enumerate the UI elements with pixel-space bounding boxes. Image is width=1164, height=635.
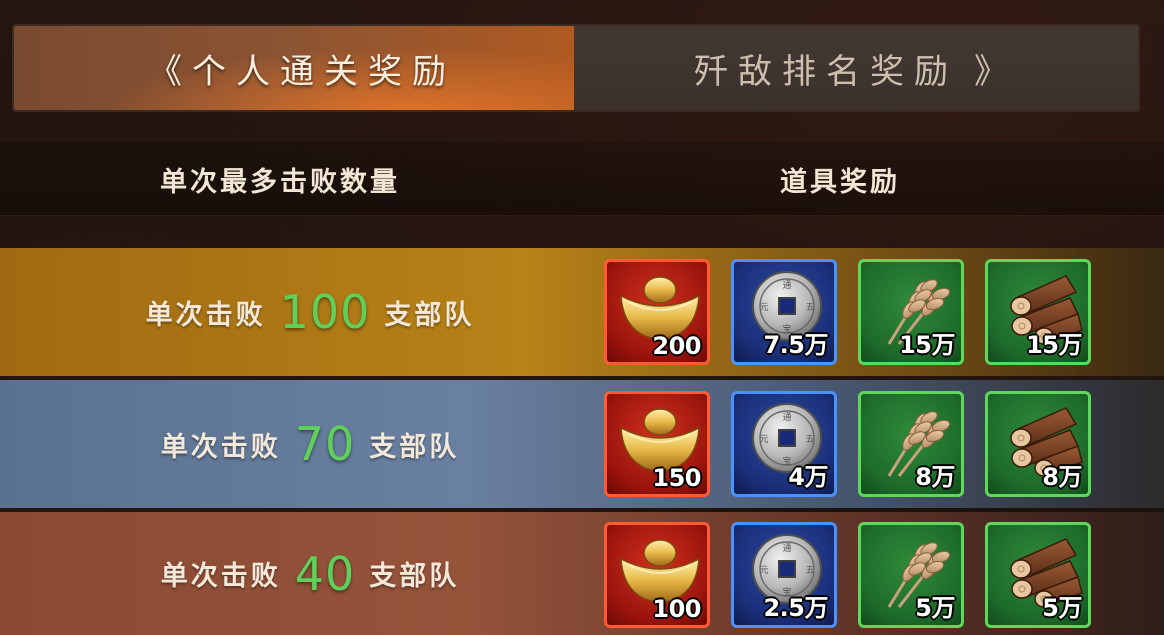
item-rewards: 100 2.5万 5万 5万: [604, 522, 1091, 628]
row-condition: 单次击败 100 支部队: [60, 248, 560, 376]
reward-slot-wheat[interactable]: 8万: [858, 391, 964, 497]
defeat-count: 70: [294, 417, 356, 471]
reward-row-100: 单次击败 100 支部队 200 7.5万 15万 15万: [0, 248, 1164, 376]
row-condition: 单次击败 40 支部队: [60, 512, 560, 635]
reward-slot-wheat[interactable]: 5万: [858, 522, 964, 628]
row-prefix: 单次击败: [145, 299, 266, 331]
reward-row-70: 单次击败 70 支部队 150 4万 8万 8万: [0, 380, 1164, 508]
item-quantity: 5万: [1042, 594, 1082, 622]
item-rewards: 200 7.5万 15万 15万: [604, 259, 1091, 365]
table-header: 单次最多击败数量 道具奖励: [0, 140, 1164, 216]
item-quantity: 4万: [788, 463, 828, 491]
defeat-count: 100: [279, 285, 371, 339]
item-quantity: 7.5万: [763, 331, 828, 359]
row-suffix: 支部队: [369, 431, 460, 463]
header-item-rewards: 道具奖励: [780, 166, 900, 198]
row-suffix: 支部队: [384, 299, 475, 331]
reward-slot-gold[interactable]: 100: [604, 522, 710, 628]
row-prefix: 单次击败: [160, 431, 281, 463]
tab-personal-clear-rewards[interactable]: 《 个人通关奖励: [14, 26, 574, 110]
item-quantity: 2.5万: [763, 594, 828, 622]
item-rewards: 150 4万 8万 8万: [604, 391, 1091, 497]
row-condition: 单次击败 70 支部队: [60, 380, 560, 508]
defeat-count: 40: [294, 546, 356, 601]
item-quantity: 15万: [899, 331, 955, 359]
header-max-defeats: 单次最多击败数量: [160, 166, 400, 198]
item-quantity: 150: [652, 464, 701, 492]
item-quantity: 8万: [915, 463, 955, 491]
item-quantity: 8万: [1042, 463, 1082, 491]
item-quantity: 5万: [915, 594, 955, 622]
reward-slot-gold[interactable]: 150: [604, 391, 710, 497]
reward-slot-wood[interactable]: 15万: [985, 259, 1091, 365]
reward-slot-coin[interactable]: 7.5万: [731, 259, 837, 365]
item-quantity: 100: [652, 595, 701, 623]
reward-slot-gold[interactable]: 200: [604, 259, 710, 365]
reward-row-40: 单次击败 40 支部队 100 2.5万 5万 5万: [0, 512, 1164, 635]
reward-tabs: 《 个人通关奖励 歼敌排名奖励 》: [12, 24, 1140, 112]
reward-slot-wood[interactable]: 8万: [985, 391, 1091, 497]
tab-kill-ranking-rewards[interactable]: 歼敌排名奖励 》: [574, 26, 1138, 110]
tab-label-inactive: 歼敌排名奖励: [694, 51, 958, 92]
item-quantity: 200: [652, 332, 701, 360]
chevron-right-icon: 》: [974, 51, 1008, 92]
reward-slot-coin[interactable]: 4万: [731, 391, 837, 497]
row-suffix: 支部队: [369, 561, 460, 592]
row-prefix: 单次击败: [160, 561, 281, 592]
reward-slot-wood[interactable]: 5万: [985, 522, 1091, 628]
chevron-left-icon: 《: [148, 51, 182, 92]
reward-slot-coin[interactable]: 2.5万: [731, 522, 837, 628]
item-quantity: 15万: [1026, 331, 1082, 359]
reward-slot-wheat[interactable]: 15万: [858, 259, 964, 365]
tab-label-active: 个人通关奖励: [192, 51, 456, 92]
